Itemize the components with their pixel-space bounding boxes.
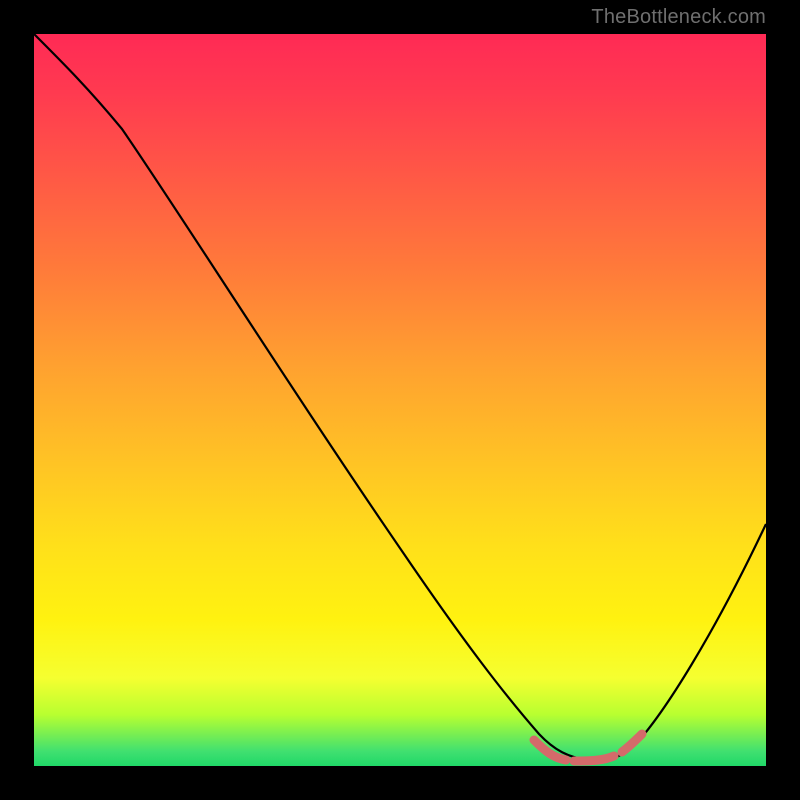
- chart-frame: TheBottleneck.com: [0, 0, 800, 800]
- highlight-flat-region-c: [622, 734, 642, 752]
- highlight-dot: [591, 758, 598, 765]
- bottleneck-curve: [34, 34, 766, 760]
- plot-area: [34, 34, 766, 766]
- curve-layer: [34, 34, 766, 766]
- watermark-text: TheBottleneck.com: [591, 6, 766, 29]
